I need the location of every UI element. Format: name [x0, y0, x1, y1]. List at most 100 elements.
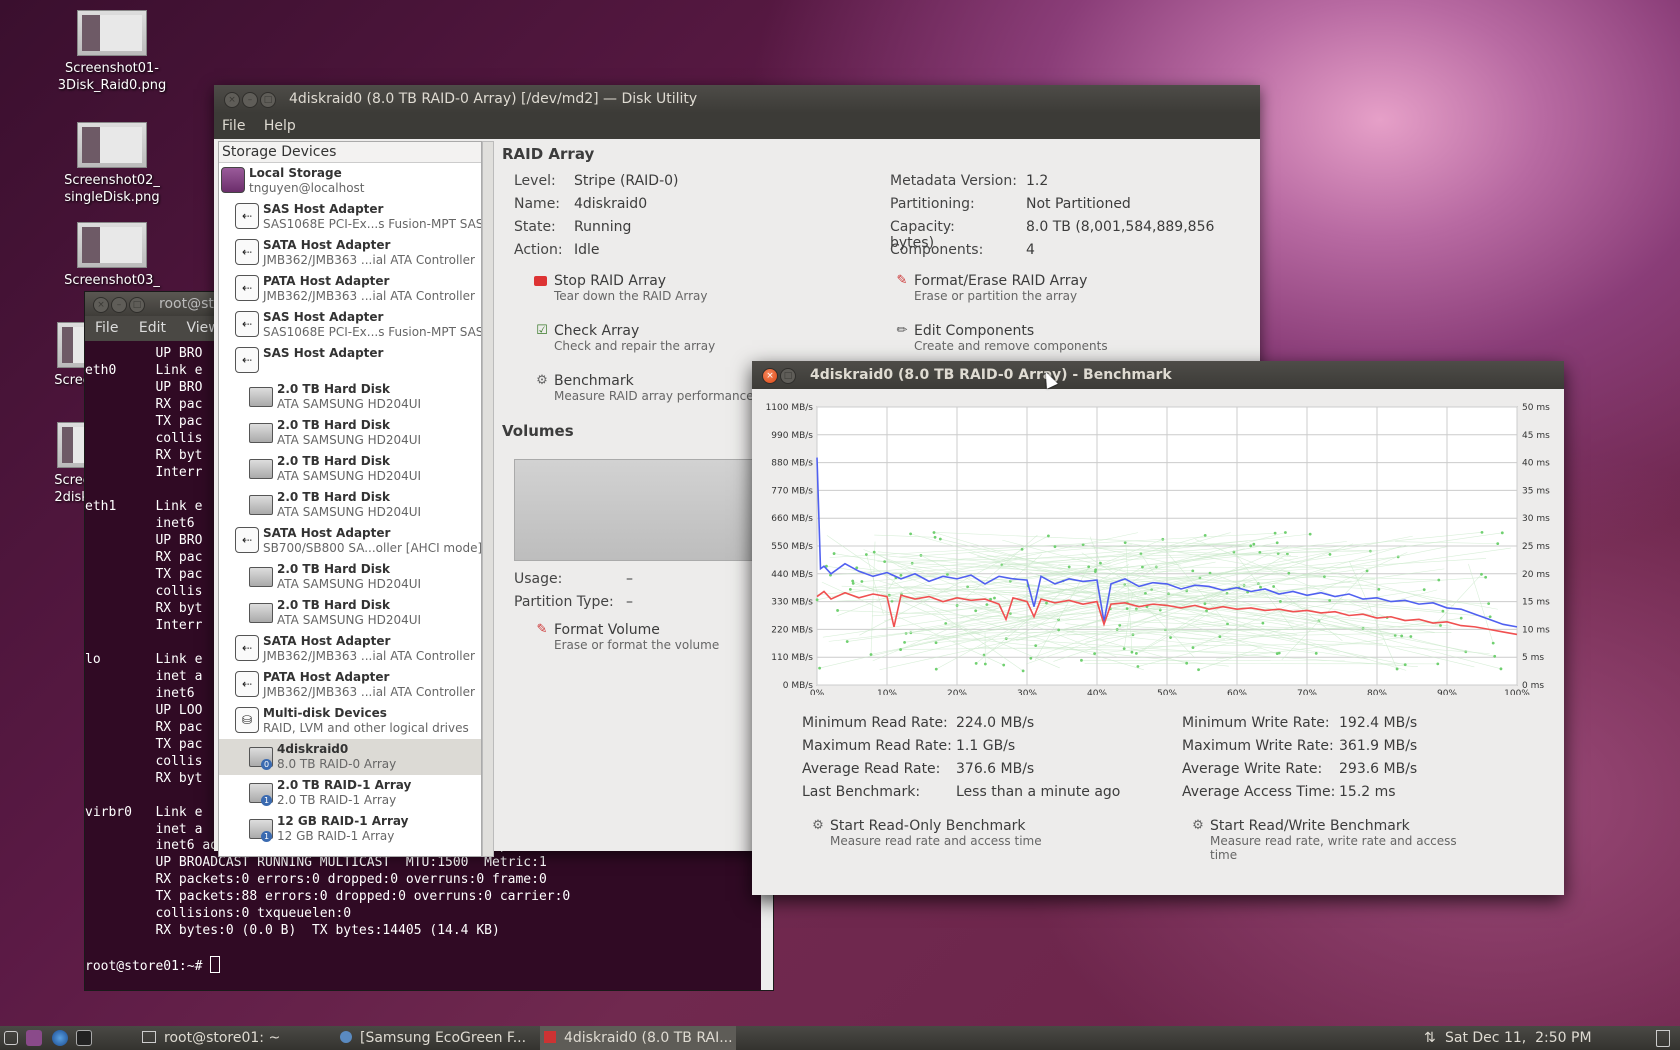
- menu-edit[interactable]: Edit: [139, 320, 166, 336]
- sidebar-item[interactable]: ⇠ SAS Host Adapter SAS1068E PCI-Ex...s Fus…: [219, 307, 481, 343]
- files-icon[interactable]: [26, 1030, 42, 1046]
- format-volume-button[interactable]: ✎ Format Volume Erase or format the volu…: [537, 622, 720, 652]
- menu-file[interactable]: File: [95, 320, 118, 336]
- chart-access-time-point: [860, 580, 864, 583]
- desktop-icon-2[interactable]: Screenshot02_ singleDisk.png: [52, 122, 172, 206]
- network-transfer-icon[interactable]: ⇅: [1424, 1026, 1436, 1050]
- sidebar-item[interactable]: ⇠ SATA Host Adapter JMB362/JMB363 ...ial A…: [219, 631, 481, 667]
- sidebar-item[interactable]: 2.0 TB Hard Disk ATA SAMSUNG HD204UI: [219, 595, 481, 631]
- sidebar-item[interactable]: ⇠ SAS Host Adapter: [219, 343, 481, 379]
- chart-access-time-point: [974, 609, 978, 613]
- format-raid-button[interactable]: ✎ Format/Erase RAID Array Erase or parti…: [897, 273, 1088, 303]
- close-icon[interactable]: ×: [762, 368, 778, 384]
- maximize-icon[interactable]: □: [129, 297, 145, 313]
- close-icon[interactable]: ×: [93, 297, 109, 313]
- sidebar-item[interactable]: ⇠ PATA Host Adapter JMB362/JMB363 ...ial A…: [219, 667, 481, 703]
- sidebar-item[interactable]: 2.0 TB Hard Disk ATA SAMSUNG HD204UI: [219, 379, 481, 415]
- sidebar-item[interactable]: 2.0 TB Hard Disk ATA SAMSUNG HD204UI: [219, 559, 481, 595]
- chart-access-time-point: [1308, 532, 1312, 536]
- chart-y-right-tick-label: 5 ms: [1522, 653, 1544, 663]
- chart-access-time-point: [1439, 624, 1442, 627]
- benchmark-titlebar[interactable]: × □ 4diskraid0 (8.0 TB RAID-0 Array) - B…: [752, 361, 1564, 389]
- raid-level-badge: 0: [261, 759, 272, 770]
- capacity-label: Capacity:: [890, 219, 955, 235]
- sidebar-item-name: PATA Host Adapter: [263, 274, 390, 288]
- trash-icon[interactable]: [1656, 1030, 1670, 1047]
- sidebar-item[interactable]: ⇠ SAS Host Adapter SAS1068E PCI-Ex...s Fus…: [219, 199, 481, 235]
- sidebar-item[interactable]: ⇠ PATA Host Adapter JMB362/JMB363 ...ial A…: [219, 271, 481, 307]
- maximize-icon[interactable]: □: [260, 92, 276, 108]
- clock[interactable]: Sat Dec 11, 2:50 PM: [1445, 1026, 1592, 1050]
- stop-raid-button[interactable]: Stop RAID Array Tear down the RAID Array: [534, 273, 707, 303]
- check-array-desc: Check and repair the array: [554, 339, 716, 353]
- sidebar-item-subtitle: ATA SAMSUNG HD204UI: [277, 397, 422, 411]
- terminal-icon[interactable]: [76, 1030, 92, 1046]
- taskbar-item-disk-utility[interactable]: 4diskraid0 (8.0 TB RAI...: [540, 1026, 736, 1050]
- benchmark-button[interactable]: ⚙ Benchmark Measure RAID array performan…: [536, 373, 753, 403]
- chart-access-time-point: [1261, 621, 1265, 625]
- sidebar-item[interactable]: 0 4diskraid0 8.0 TB RAID-0 Array: [219, 739, 481, 775]
- sidebar-item-subtitle: 8.0 TB RAID-0 Array: [277, 757, 397, 771]
- sidebar-item-subtitle: ATA SAMSUNG HD204UI: [277, 577, 422, 591]
- taskbar-item-browser[interactable]: [Samsung EcoGreen F...: [336, 1026, 532, 1050]
- edit-components-button[interactable]: ✏ Edit Components Create and remove comp…: [897, 323, 1108, 353]
- chart-access-time-point: [899, 573, 903, 577]
- start-readonly-benchmark-button[interactable]: ⚙ Start Read-Only Benchmark Measure read…: [812, 818, 1041, 848]
- start-readwrite-desc: Measure read rate, write rate and access: [1210, 834, 1457, 848]
- max-write-label: Maximum Write Rate:: [1182, 738, 1334, 754]
- menu-help[interactable]: Help: [264, 118, 296, 134]
- chart-access-time-point: [1459, 616, 1463, 620]
- taskbar-item-terminal[interactable]: root@store01: ~: [130, 1026, 326, 1050]
- show-desktop-icon[interactable]: [4, 1031, 18, 1045]
- browser-icon[interactable]: [52, 1030, 68, 1046]
- menu-file[interactable]: File: [222, 118, 245, 134]
- usage-row: Usage: –: [514, 571, 633, 587]
- close-icon[interactable]: ×: [224, 92, 240, 108]
- chart-access-time-point: [1169, 636, 1172, 639]
- storage-devices-list[interactable]: Storage Devices Local Storage tnguyen@loc…: [218, 141, 482, 857]
- sidebar-item[interactable]: 2.0 TB Hard Disk ATA SAMSUNG HD204UI: [219, 451, 481, 487]
- chart-access-time-point: [836, 609, 839, 612]
- benchmark-window[interactable]: × □ 4diskraid0 (8.0 TB RAID-0 Array) - B…: [752, 361, 1564, 895]
- partition-type-label: Partition Type:: [514, 594, 614, 610]
- chart-y-right-tick-label: 15 ms: [1522, 598, 1550, 608]
- desktop-icon-label: Screenshot02_ singleDisk.png: [64, 173, 160, 205]
- chart-access-time-point: [938, 537, 942, 541]
- terminal-output-bottom[interactable]: inet6 addr: fe80::e0e8:86ff:fe78:f152/64…: [85, 837, 765, 975]
- sidebar-item[interactable]: 2.0 TB Hard Disk ATA SAMSUNG HD204UI: [219, 415, 481, 451]
- sidebar-item-name: 2.0 TB Hard Disk: [277, 562, 390, 576]
- bottom-panel: root@store01: ~ [Samsung EcoGreen F... 4…: [0, 1026, 1680, 1050]
- start-readwrite-benchmark-button[interactable]: ⚙ Start Read/Write Benchmark Measure rea…: [1192, 818, 1457, 862]
- sidebar-item[interactable]: 1 2.0 TB RAID-1 Array 2.0 TB RAID-1 Array: [219, 775, 481, 811]
- chart-access-time-point: [1141, 565, 1144, 569]
- chart-access-time-point: [1273, 531, 1277, 535]
- components-row: Components: 4: [890, 242, 1035, 258]
- name-row: Name: 4diskraid0: [514, 196, 647, 212]
- desktop-icon-1[interactable]: Screenshot01- 3Disk_Raid0.png: [52, 10, 172, 94]
- maximize-icon[interactable]: □: [780, 368, 796, 384]
- sidebar-item[interactable]: ⛁ Multi-disk Devices RAID, LVM and other l…: [219, 703, 481, 739]
- sidebar-item[interactable]: ⇠ SATA Host Adapter JMB362/JMB363 ...ial A…: [219, 235, 481, 271]
- storage-devices-header: Storage Devices: [219, 142, 481, 163]
- sidebar-scrollbar[interactable]: [482, 141, 494, 857]
- minimize-icon[interactable]: –: [242, 92, 258, 108]
- sidebar-item[interactable]: Local Storage tnguyen@localhost: [219, 163, 481, 199]
- volume-map[interactable]: [514, 459, 756, 561]
- sidebar-item[interactable]: ⇠ SATA Host Adapter SB700/SB800 SA...oller…: [219, 523, 481, 559]
- partitioning-row: Partitioning: Not Partitioned: [890, 196, 1131, 212]
- sidebar-item-subtitle: 2.0 TB RAID-1 Array: [277, 793, 397, 807]
- sidebar-item[interactable]: 2.0 TB Hard Disk ATA SAMSUNG HD204UI: [219, 487, 481, 523]
- max-write-value: 361.9 MB/s: [1339, 738, 1418, 754]
- check-array-button[interactable]: ☑ Check Array Check and repair the array: [536, 323, 716, 353]
- chart-access-time-point: [993, 596, 996, 600]
- chart-access-time-point: [932, 531, 936, 534]
- sidebar-item[interactable]: 1 12 GB RAID-1 Array 12 GB RAID-1 Array: [219, 811, 481, 847]
- hard-disk-icon: [249, 387, 273, 407]
- chart-access-time-point: [1185, 661, 1189, 665]
- chart-access-time-point: [1134, 651, 1138, 655]
- partitioning-value: Not Partitioned: [1026, 196, 1131, 212]
- disk-utility-titlebar[interactable]: × – □ 4diskraid0 (8.0 TB RAID-0 Array) […: [214, 85, 1260, 113]
- minimize-icon[interactable]: –: [111, 297, 127, 313]
- chart-x-tick-label: 20%: [947, 689, 967, 695]
- start-readwrite-label: Start Read/Write Benchmark: [1210, 818, 1410, 834]
